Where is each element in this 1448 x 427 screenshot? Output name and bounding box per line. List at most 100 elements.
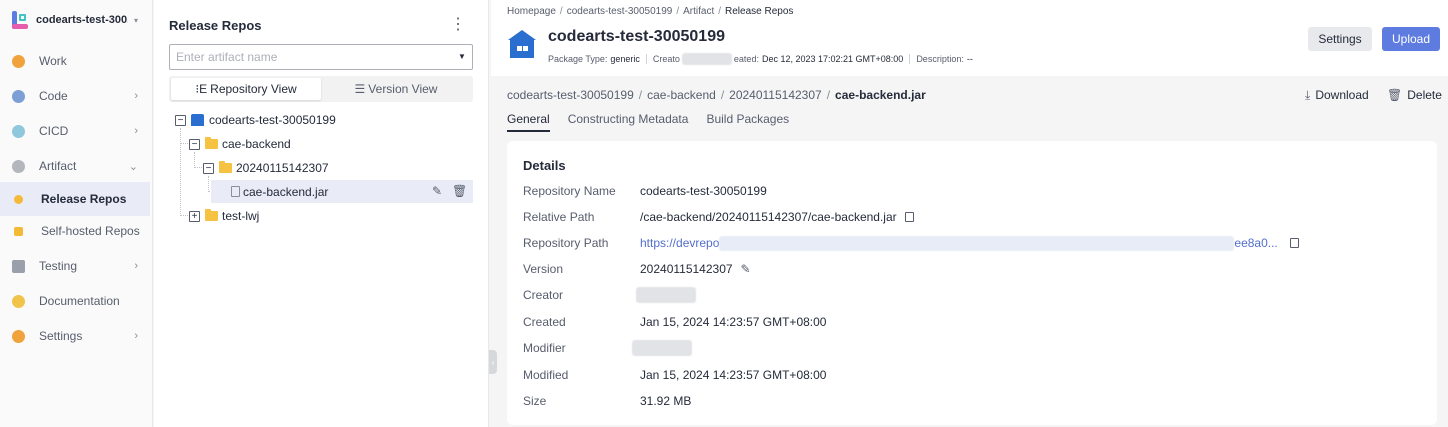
release-repos-icon xyxy=(14,194,23,204)
project-name: codearts-test-300... xyxy=(36,14,128,26)
work-icon xyxy=(12,54,25,68)
main-content: Homepage / codearts-test-30050199/Artifact… xyxy=(491,0,1448,427)
tree-node-folder[interactable]: + test-lwj xyxy=(189,205,459,227)
repository-icon xyxy=(508,30,536,58)
breadcrumb-item[interactable]: Homepage xyxy=(507,6,556,17)
repo-tree-panel: Release Repos ⋮ ▼ ⁝E Repository View ☰ V… xyxy=(154,0,489,427)
redacted-path xyxy=(719,235,1235,251)
collapse-icon[interactable]: − xyxy=(189,138,200,150)
redacted-creator xyxy=(681,53,732,65)
detail-row-creator: Creator xyxy=(523,287,696,303)
tree-view-icon: ⁝E xyxy=(195,82,208,96)
page-title: codearts-test-30050199 xyxy=(548,28,725,45)
nav-item-label: CICD xyxy=(39,124,69,138)
cicd-icon xyxy=(12,124,25,138)
tab-build-packages[interactable]: Build Packages xyxy=(706,112,789,132)
folder-icon xyxy=(219,161,232,173)
artifact-icon xyxy=(12,159,25,173)
project-logo-icon xyxy=(12,11,28,29)
nav-item-label: Release Repos xyxy=(41,192,127,206)
edit-icon[interactable]: ✎ xyxy=(741,262,751,276)
repository-icon xyxy=(191,114,204,126)
folder-icon xyxy=(205,137,218,149)
nav-item-release-repos[interactable]: Release Repos xyxy=(0,182,150,216)
chevron-down-icon: ⌄ xyxy=(128,160,138,173)
nav-item-artifact[interactable]: Artifact ⌄ xyxy=(0,149,150,183)
documentation-icon xyxy=(12,294,25,308)
chevron-right-icon: › xyxy=(134,330,138,342)
chevron-down-icon: ▾ xyxy=(134,15,139,25)
trash-icon[interactable]: 🗑 xyxy=(452,184,467,198)
breadcrumb: Homepage / codearts-test-30050199/Artifact… xyxy=(507,6,794,17)
settings-button[interactable]: Settings xyxy=(1308,27,1372,51)
tree-node-folder[interactable]: − cae-backend xyxy=(189,133,459,155)
delete-button[interactable]: 🗑 Delete xyxy=(1387,88,1442,102)
redacted-modifier xyxy=(632,340,692,356)
settings-icon xyxy=(12,329,25,343)
nav-item-settings[interactable]: Settings › xyxy=(0,319,150,353)
project-switcher[interactable]: codearts-test-300... ▾ xyxy=(0,0,152,40)
chevron-right-icon: › xyxy=(134,260,138,272)
more-options-icon[interactable]: ⋮ xyxy=(450,14,466,34)
breadcrumb-item[interactable]: Artifact xyxy=(683,6,714,17)
side-navigation: codearts-test-300... ▾ Work Code › CICD … xyxy=(0,0,153,427)
upload-button[interactable]: Upload xyxy=(1382,27,1440,51)
breadcrumb-item[interactable]: codearts-test-30050199 xyxy=(567,6,673,17)
details-card: Details Repository Name codearts-test-30… xyxy=(507,141,1437,425)
nav-item-testing[interactable]: Testing › xyxy=(0,249,150,283)
expand-icon[interactable]: + xyxy=(189,210,200,222)
nav-item-label: Testing xyxy=(39,259,78,273)
view-toggle: ⁝E Repository View ☰ Version View xyxy=(169,76,473,102)
nav-item-label: Settings xyxy=(39,329,83,343)
detail-row-relative-path: Relative Path /cae-backend/2024011514230… xyxy=(523,209,914,225)
tab-constructing-metadata[interactable]: Constructing Metadata xyxy=(568,112,689,132)
repository-path-link[interactable]: https://devrepo xyxy=(640,236,719,250)
detail-row-modifier: Modifier xyxy=(523,340,692,356)
nav-item-documentation[interactable]: Documentation xyxy=(0,284,150,318)
detail-row-repository-name: Repository Name codearts-test-30050199 xyxy=(523,184,767,198)
tree-guide-line xyxy=(180,128,181,216)
artifact-search-input[interactable] xyxy=(169,44,473,70)
download-button[interactable]: ⤓ Download xyxy=(1305,88,1369,103)
download-icon: ⤓ xyxy=(1305,88,1311,102)
nav-item-cicd[interactable]: CICD › xyxy=(0,114,150,148)
panel-title: Release Repos xyxy=(169,18,262,33)
path-segment[interactable]: codearts-test-30050199 xyxy=(507,88,634,102)
code-icon xyxy=(12,89,25,103)
detail-row-size: Size 31.92 MB xyxy=(523,394,692,408)
path-current: cae-backend.jar xyxy=(835,88,926,102)
nav-item-label: Documentation xyxy=(39,294,120,308)
detail-row-repository-path: Repository Path https://devrepo ee8a0... xyxy=(523,235,1299,251)
nav-item-label: Artifact xyxy=(39,159,77,173)
edit-icon[interactable]: ✎ xyxy=(432,184,442,198)
detail-row-created: Created Jan 15, 2024 14:23:57 GMT+08:00 xyxy=(523,315,827,329)
copy-icon[interactable] xyxy=(1289,238,1299,248)
breadcrumb-current: Release Repos xyxy=(725,6,794,17)
tab-general[interactable]: General xyxy=(507,112,550,132)
detail-row-modified: Modified Jan 15, 2024 14:23:57 GMT+08:00 xyxy=(523,368,827,382)
list-icon: ☰ xyxy=(354,82,366,96)
copy-icon[interactable] xyxy=(904,212,914,222)
self-hosted-repos-icon xyxy=(14,226,23,236)
file-path-breadcrumb: codearts-test-30050199/cae-backend/20240… xyxy=(507,88,926,102)
version-view-button[interactable]: ☰ Version View xyxy=(321,78,471,100)
nav-item-work[interactable]: Work xyxy=(0,44,150,78)
chevron-down-icon[interactable]: ▼ xyxy=(458,52,466,61)
path-segment[interactable]: 20240115142307 xyxy=(729,88,822,102)
repository-meta: Package Type: generic Creato eated: Dec … xyxy=(548,53,973,65)
file-icon xyxy=(231,186,240,197)
nav-item-code[interactable]: Code › xyxy=(0,79,150,113)
testing-icon xyxy=(12,259,25,273)
chevron-right-icon: › xyxy=(134,90,138,102)
tree-node-repository[interactable]: − codearts-test-30050199 xyxy=(175,109,465,131)
nav-item-label: Self-hosted Repos xyxy=(41,224,140,238)
repository-view-button[interactable]: ⁝E Repository View xyxy=(171,78,321,100)
collapse-icon[interactable]: − xyxy=(175,114,186,126)
nav-item-label: Code xyxy=(39,89,68,103)
chevron-right-icon: › xyxy=(134,125,138,137)
nav-item-self-hosted-repos[interactable]: Self-hosted Repos xyxy=(0,214,150,248)
tree-node-folder[interactable]: − 20240115142307 xyxy=(203,157,453,179)
path-segment[interactable]: cae-backend xyxy=(647,88,716,102)
collapse-icon[interactable]: − xyxy=(203,162,214,174)
nav-item-label: Work xyxy=(39,54,67,68)
